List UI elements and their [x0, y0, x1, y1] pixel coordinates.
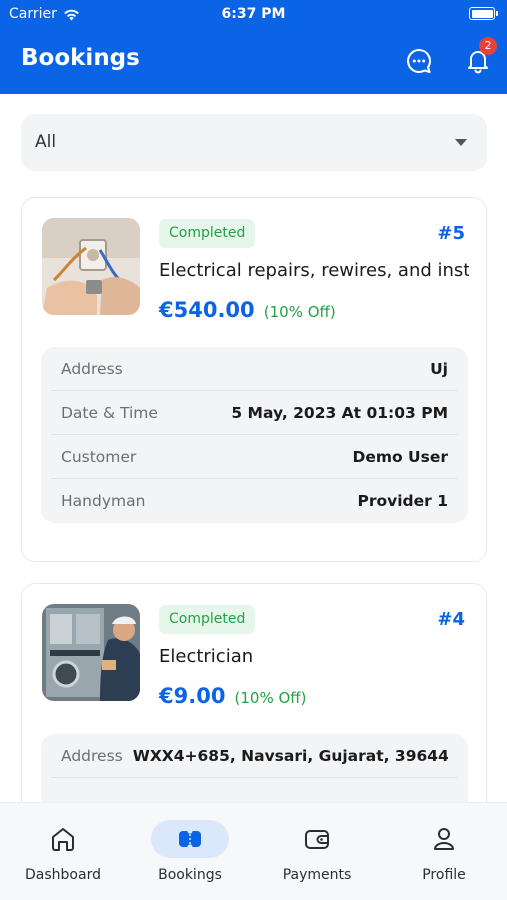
booking-id: #4: [437, 609, 465, 630]
detail-row-date-time: Date & Time 5 May, 2023 At 01:03 PM: [51, 391, 458, 435]
detail-value: Uj: [430, 359, 448, 378]
nav-label: Bookings: [158, 867, 222, 883]
profile-icon: [434, 828, 454, 850]
nav-payments[interactable]: Payments: [254, 803, 380, 900]
price: €540.00: [159, 298, 255, 322]
bottom-navigation: Dashboard Bookings Payments Profile: [0, 802, 507, 900]
price-line: €9.00 (10% Off): [159, 684, 306, 708]
nav-label: Profile: [422, 867, 466, 883]
status-badge: Completed: [159, 219, 256, 248]
service-name: Electrical repairs, rewires, and install…: [159, 260, 469, 281]
detail-row-address: Address Uj: [51, 347, 458, 391]
detail-row-customer: Customer Demo User: [51, 435, 458, 479]
status-badge: Completed: [159, 605, 256, 634]
nav-active-indicator: [151, 820, 229, 858]
wallet-icon: [305, 830, 329, 849]
status-filter-dropdown[interactable]: All: [21, 114, 487, 171]
detail-value: 5 May, 2023 At 01:03 PM: [231, 403, 448, 422]
detail-label: Customer: [61, 447, 137, 466]
home-icon: [52, 828, 74, 851]
price: €9.00: [159, 684, 226, 708]
detail-row-address: Address WXX4+685, Navsari, Gujarat, 3964…: [51, 734, 458, 778]
detail-value: Demo User: [352, 447, 448, 466]
page-title: Bookings: [21, 45, 140, 71]
service-image: [42, 218, 140, 315]
detail-label: Handyman: [61, 492, 146, 510]
bookings-icon: [179, 828, 201, 850]
booking-id: #5: [437, 223, 465, 244]
app-header: Carrier 6:37 PM Bookings: [0, 0, 507, 94]
detail-label: Address: [61, 746, 123, 765]
nav-profile[interactable]: Profile: [381, 803, 507, 900]
clock: 6:37 PM: [221, 6, 286, 22]
service-name: Electrician: [159, 646, 254, 667]
nav-bookings[interactable]: Bookings: [127, 803, 253, 900]
chat-icon: [407, 48, 431, 74]
price-line: €540.00 (10% Off): [159, 298, 336, 322]
status-bar: Carrier 6:37 PM: [0, 0, 507, 28]
battery-icon: [469, 7, 498, 20]
nav-label: Dashboard: [25, 867, 101, 883]
nav-label: Payments: [282, 867, 352, 883]
booking-card[interactable]: Completed #5 Electrical repairs, rewires…: [21, 197, 487, 562]
filter-selected-value: All: [35, 132, 57, 152]
detail-value: WXX4+685, Navsari, Gujarat, 396445: [132, 746, 448, 765]
service-image: [42, 604, 140, 701]
detail-label: Date & Time: [61, 403, 158, 422]
detail-row-handyman: Handyman Provider 1: [51, 479, 458, 523]
nav-dashboard[interactable]: Dashboard: [0, 803, 126, 900]
discount-label: (10% Off): [263, 303, 336, 321]
chat-button[interactable]: [405, 47, 433, 75]
discount-label: (10% Off): [234, 689, 307, 707]
dropdown-caret-icon: [455, 139, 467, 146]
notification-badge: 2: [479, 37, 497, 55]
booking-details: Address Uj Date & Time 5 May, 2023 At 01…: [41, 347, 468, 523]
detail-value: Provider 1: [357, 492, 448, 510]
detail-label: Address: [61, 359, 123, 378]
